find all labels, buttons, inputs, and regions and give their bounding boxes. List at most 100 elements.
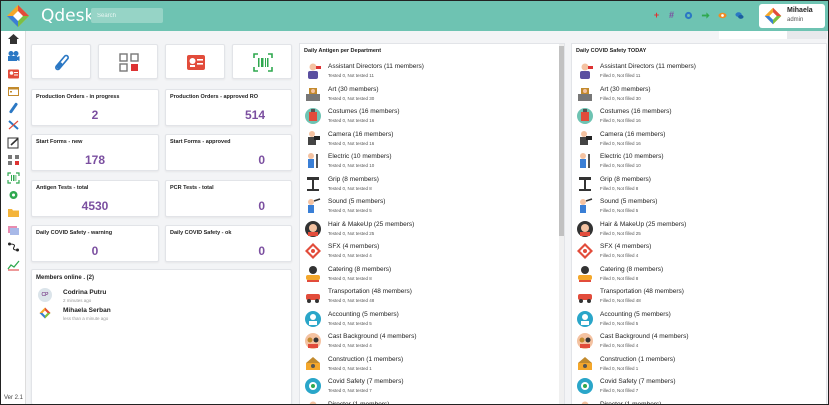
member-item[interactable]: CP Codrina Putru 2 minutes ago (38, 288, 158, 308)
member-item[interactable]: Mihaela Serban less than a minute ago (38, 306, 158, 326)
department-status: Filled 0, Not filled 25 (600, 230, 641, 236)
stat-title: Daily COVID Safety - warning (36, 230, 113, 236)
user-avatar-icon (764, 7, 782, 25)
antigen-dept-item[interactable]: Transportation (48 members) Tested 0, Not… (304, 285, 544, 307)
barcode-scan-action[interactable] (232, 44, 292, 79)
test-tube-icon[interactable] (7, 102, 20, 114)
id-badge-icon[interactable] (7, 224, 20, 236)
stat-card-covid-warning[interactable]: Daily COVID Safety - warning 0 (31, 225, 159, 262)
antigen-dept-item[interactable]: Hair & MakeUp (25 members) Tested 0, Not … (304, 218, 544, 240)
department-name: Director (1 members) (328, 400, 390, 405)
no-entry-icon[interactable] (7, 119, 20, 131)
antigen-dept-item[interactable]: Electric (10 members) Tested 0, Not teste… (304, 150, 544, 172)
stat-title: Production Orders - approved RO (170, 94, 259, 100)
stat-value: 0 (91, 244, 99, 258)
stat-card-start-forms-approved[interactable]: Start Forms - approved 0 (165, 134, 292, 171)
search-input[interactable] (91, 8, 163, 23)
id-card-icon[interactable] (7, 68, 20, 80)
covid-dept-item[interactable]: Assistant Directors (11 members) Filled 0… (576, 60, 816, 82)
route-icon[interactable] (7, 241, 20, 253)
covid-dept-item[interactable]: Sound (5 members) Filled 0, Not filled 5 (576, 195, 816, 217)
home-icon[interactable] (7, 33, 20, 45)
department-name: Covid Safety (7 members) (600, 378, 676, 385)
covid-icon[interactable] (7, 189, 20, 201)
antigen-dept-item[interactable]: SFX (4 members) Tested 0, Not tested 4 (304, 240, 544, 262)
hashtag-icon[interactable]: # (667, 11, 676, 20)
covid-dept-item[interactable]: Construction (1 members) Filled 0, Not fi… (576, 353, 816, 375)
department-name: Construction (1 members) (328, 355, 404, 363)
stat-card-pcr-tests[interactable]: PCR Tests - total 0 (165, 180, 292, 217)
antigen-dept-item[interactable]: Cast Background (4 members) Tested 0, Not… (304, 330, 544, 352)
scrollbar-thumb[interactable] (559, 46, 564, 236)
antigen-dept-item[interactable]: Costumes (16 members) Tested 0, Not teste… (304, 105, 544, 127)
stat-card-covid-ok[interactable]: Daily COVID Safety - ok 0 (165, 225, 292, 262)
antigen-dept-item[interactable]: Covid Safety (7 members) Tested 0, Not te… (304, 375, 544, 397)
stat-value: 178 (84, 153, 106, 167)
stat-value: 0 (258, 244, 265, 258)
antigen-dept-item[interactable]: Director (1 members) (304, 398, 544, 405)
covid-dept-item[interactable]: Catering (8 members) Filled 0, Not filled… (576, 263, 816, 285)
antigen-panel: Daily Antigen per Department Assistant D… (299, 43, 565, 405)
edit-icon[interactable] (7, 137, 20, 149)
stat-card-start-forms-new[interactable]: Start Forms - new 178 (31, 134, 159, 171)
covid-dept-item[interactable]: SFX (4 members) Filled 0, Not filled 4 (576, 240, 816, 262)
department-status: Filled 0, Not filled 1 (600, 365, 639, 371)
eye-icon[interactable] (718, 11, 727, 20)
tab-strip-active[interactable] (787, 31, 827, 39)
antigen-scrollbar[interactable] (559, 44, 564, 404)
stat-card-production-in-progress[interactable]: Production Orders - in progress 2 (31, 89, 159, 126)
antigen-dept-item[interactable]: Art (30 members) Tested 0, Not tested 30 (304, 83, 544, 105)
covid-dept-item[interactable]: Camera (16 members) Filled 0, Not filled … (576, 128, 816, 150)
covid-dept-item[interactable]: Accounting (5 members) Filled 0, Not fill… (576, 308, 816, 330)
qdesk-logo-icon[interactable] (6, 4, 30, 28)
department-icon (577, 310, 593, 327)
covid-dept-item[interactable]: Electric (10 members) Filled 0, Not fille… (576, 150, 816, 172)
test-tube-action[interactable] (31, 44, 91, 79)
department-name: Hair & MakeUp (25 members) (328, 220, 415, 228)
covid-dept-item[interactable]: Covid Safety (7 members) Filled 0, Not fi… (576, 375, 816, 397)
calendar-icon[interactable] (7, 85, 20, 97)
department-name: Art (30 members) (328, 85, 379, 93)
chat-icon[interactable] (735, 11, 744, 20)
covid-dept-item[interactable]: Grip (8 members) Filled 0, Not filled 8 (576, 173, 816, 195)
department-icon (305, 220, 321, 237)
gears-icon[interactable] (684, 11, 693, 20)
department-name: Covid Safety (7 members) (328, 378, 404, 385)
department-name: Assistant Directors (11 members) (600, 63, 696, 70)
antigen-dept-item[interactable]: Grip (8 members) Tested 0, Not tested 8 (304, 173, 544, 195)
user-menu[interactable]: Mihaela admin (759, 4, 825, 28)
department-icon (578, 265, 592, 282)
chart-icon[interactable] (7, 259, 20, 271)
department-name: Transportation (48 members) (600, 288, 684, 295)
department-name: Catering (8 members) (600, 265, 664, 273)
id-card-action[interactable] (165, 44, 225, 79)
covid-dept-item[interactable]: Hair & MakeUp (25 members) Filled 0, Not … (576, 218, 816, 240)
covid-dept-item[interactable]: Art (30 members) Filled 0, Not filled 30 (576, 83, 816, 105)
scan-icon[interactable] (7, 172, 20, 184)
qr-grid-icon[interactable] (7, 154, 20, 166)
covid-dept-item[interactable]: Cast Background (4 members) Filled 0, Not… (576, 330, 816, 352)
antigen-dept-item[interactable]: Accounting (5 members) Tested 0, Not test… (304, 308, 544, 330)
stat-card-production-approved[interactable]: Production Orders - approved RO 514 (165, 89, 292, 126)
antigen-dept-item[interactable]: Construction (1 members) Tested 0, Not te… (304, 353, 544, 375)
video-icon[interactable] (7, 50, 20, 62)
member-name: Mihaela Serban (63, 307, 111, 314)
department-status: Tested 0, Not tested 11 (328, 73, 374, 78)
covid-dept-item[interactable]: Director (1 members) (576, 398, 816, 404)
qr-code-action[interactable] (98, 44, 158, 79)
antigen-dept-item[interactable]: Sound (5 members) Tested 0, Not tested 5 (304, 195, 544, 217)
arrow-right-icon[interactable] (701, 11, 710, 20)
covid-dept-item[interactable]: Transportation (48 members) Filled 0, Not… (576, 285, 816, 307)
plus-icon[interactable]: + (652, 11, 661, 20)
antigen-dept-item[interactable]: Catering (8 members) Tested 0, Not tested… (304, 263, 544, 285)
antigen-dept-item[interactable]: Assistant Directors (11 members) Tested 0… (304, 60, 544, 82)
folder-icon[interactable] (7, 206, 20, 218)
department-name: Camera (16 members) (328, 130, 394, 138)
department-status: Tested 0, Not tested 16 (328, 118, 375, 123)
antigen-dept-item[interactable]: Camera (16 members) Tested 0, Not tested … (304, 128, 544, 150)
brand-title: Qdesk (41, 6, 95, 26)
stat-value: 514 (244, 108, 265, 122)
department-icon (578, 356, 592, 370)
stat-card-antigen-tests[interactable]: Antigen Tests - total 4530 (31, 180, 159, 217)
covid-dept-item[interactable]: Costumes (16 members) Filled 0, Not fille… (576, 105, 816, 127)
